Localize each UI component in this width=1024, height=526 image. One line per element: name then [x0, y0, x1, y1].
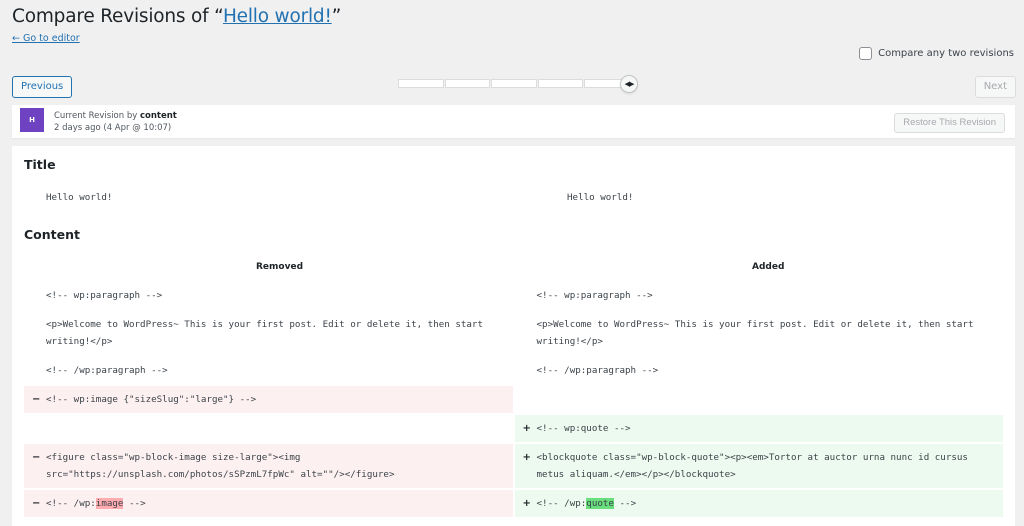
- diff-rows: <!-- wp:paragraph --> <!-- wp:paragraph …: [24, 282, 1003, 519]
- arrows-left-right-icon: ◀▶: [624, 80, 635, 88]
- revision-info: Current Revision by content 2 days ago (…: [54, 110, 177, 134]
- diff-empty-cell: [24, 415, 513, 442]
- revision-meta-bar: H Current Revision by content 2 days ago…: [12, 105, 1015, 138]
- plus-icon: +: [522, 423, 531, 434]
- post-title-link[interactable]: Hello world!: [223, 6, 332, 27]
- diff-row: <!-- /wp:paragraph --> <!-- /wp:paragrap…: [24, 357, 1003, 384]
- minus-icon: −: [32, 452, 41, 463]
- slider-tick[interactable]: [398, 79, 444, 88]
- slider-tick[interactable]: [444, 79, 491, 88]
- next-button[interactable]: Next: [974, 76, 1016, 98]
- slider-handle[interactable]: ◀▶: [620, 75, 638, 93]
- diff-deleted-line: − <!-- /wp:image -->: [24, 490, 513, 517]
- revision-slider[interactable]: [398, 79, 630, 88]
- slider-tick[interactable]: [491, 79, 537, 88]
- diff-context-left: <!-- wp:paragraph -->: [46, 290, 163, 301]
- diff-row: − <!-- /wp:image --> + <!-- /wp:quote -->: [24, 490, 1003, 517]
- added-text: <blockquote class="wp-block-quote"><p><e…: [536, 452, 974, 480]
- revision-author: content: [139, 111, 177, 121]
- added-column-header: Added: [752, 262, 785, 272]
- diff-added-line: + <!-- wp:quote -->: [514, 415, 1003, 442]
- diff-row: + <!-- wp:quote -->: [24, 415, 1003, 442]
- diff-context-right: <p>Welcome to WordPress~ This is your fi…: [536, 319, 980, 347]
- added-word-highlight: quote: [586, 498, 614, 509]
- plus-icon: +: [522, 498, 531, 509]
- restore-revision-button[interactable]: Restore This Revision: [894, 113, 1005, 133]
- title-section-heading: Title: [24, 157, 56, 172]
- compare-checkbox[interactable]: [859, 47, 873, 60]
- title-suffix: ”: [331, 6, 342, 27]
- diff-added-line: + <blockquote class="wp-block-quote"><p><…: [514, 444, 1003, 488]
- previous-button[interactable]: Previous: [12, 76, 73, 98]
- diff-deleted-line: − <figure class="wp-block-image size-larg…: [24, 444, 513, 488]
- avatar: H: [20, 108, 44, 132]
- content-section-heading: Content: [24, 227, 80, 242]
- minus-icon: −: [32, 498, 41, 509]
- avatar-logo: H: [29, 116, 35, 124]
- diff-row: <p>Welcome to WordPress~ This is your fi…: [24, 311, 1003, 355]
- deleted-text: <figure class="wp-block-image size-large…: [46, 452, 395, 480]
- diff-empty-cell: [514, 386, 1003, 413]
- go-to-editor-link[interactable]: ← Go to editor: [12, 33, 80, 44]
- revision-label: Current Revision by: [54, 111, 140, 121]
- title-new-value: Hello world!: [567, 192, 634, 203]
- diff-deleted-line: − <!-- wp:image {"sizeSlug":"large"} -->: [24, 386, 513, 413]
- diff-panel: Title Hello world! Hello world! Content …: [12, 146, 1015, 526]
- deleted-text: <!-- /wp:: [46, 498, 96, 509]
- diff-row: − <!-- wp:image {"sizeSlug":"large"} -->: [24, 386, 1003, 413]
- diff-row: − <figure class="wp-block-image size-larg…: [24, 444, 1003, 488]
- deleted-text: <!-- wp:image {"sizeSlug":"large"} -->: [46, 394, 257, 405]
- added-text: -->: [613, 498, 637, 509]
- title-prefix: Compare Revisions of “: [12, 6, 223, 27]
- minus-icon: −: [32, 394, 41, 405]
- compare-two-revisions-toggle[interactable]: Compare any two revisions: [859, 47, 1014, 60]
- compare-label: Compare any two revisions: [878, 48, 1014, 59]
- title-old-value: Hello world!: [46, 192, 113, 203]
- diff-context-right: <!-- wp:paragraph -->: [536, 290, 653, 301]
- deleted-text: -->: [123, 498, 146, 509]
- added-text: <!-- wp:quote -->: [536, 423, 631, 434]
- diff-context-left: <!-- /wp:paragraph -->: [46, 365, 168, 376]
- plus-icon: +: [522, 452, 531, 463]
- diff-context-left: <p>Welcome to WordPress~ This is your fi…: [46, 319, 489, 347]
- diff-added-line: + <!-- /wp:quote -->: [514, 490, 1003, 517]
- page-title: Compare Revisions of “Hello world!”: [12, 6, 341, 27]
- slider-tick[interactable]: [537, 79, 584, 88]
- diff-context-right: <!-- /wp:paragraph -->: [536, 365, 659, 376]
- added-text: <!-- /wp:: [536, 498, 587, 509]
- diff-row: <!-- wp:paragraph --> <!-- wp:paragraph …: [24, 282, 1003, 309]
- revision-time: 2 days ago (4 Apr @ 10:07): [54, 123, 172, 133]
- removed-column-header: Removed: [256, 262, 304, 272]
- deleted-word-highlight: image: [95, 498, 124, 509]
